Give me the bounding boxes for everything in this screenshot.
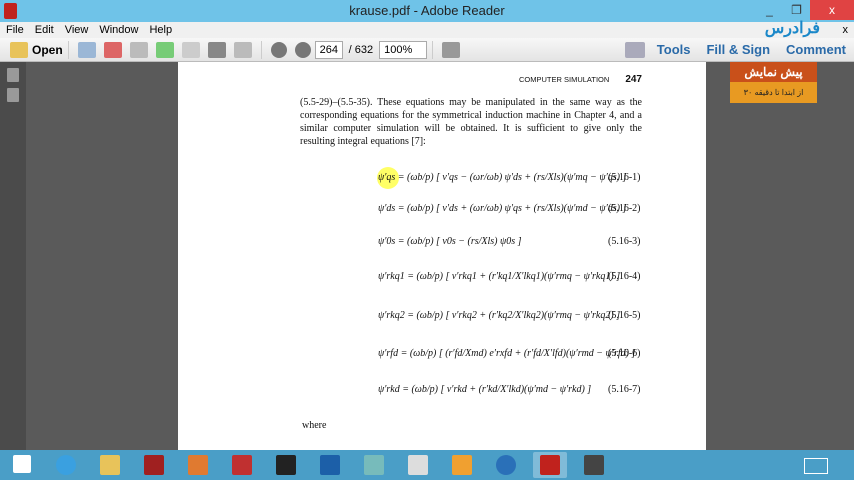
cloud-upload-icon[interactable] [155,41,174,58]
print-icon[interactable] [207,41,226,58]
zoom-select[interactable]: 100% [379,40,428,59]
equation-number: (5.16-7) [608,384,641,395]
matlab-icon[interactable] [181,452,215,478]
fit-page-icon[interactable] [442,41,461,58]
neplan-icon[interactable] [401,452,435,478]
menu-view[interactable]: View [65,22,89,38]
save-icon[interactable] [181,41,200,58]
close-document-button[interactable]: x [843,22,849,38]
app-icon-device[interactable] [577,452,611,478]
app-icon-blue[interactable] [313,452,347,478]
equation-number: (5.16-2) [608,203,641,214]
adobe-reader-task[interactable] [533,452,567,478]
page-total: / 632 [348,43,374,56]
page-number: 247 [625,74,642,85]
equation: ψ′qs = (ωb/p) [ v′qs − (ωr/ωb) ψ′ds + (r… [378,172,627,183]
file-explorer-icon[interactable] [93,452,127,478]
keyboard-icon[interactable] [804,458,828,474]
equation: ψ′rkq1 = (ωb/p) [ v′rkq1 + (r′kq1/X′lkq1… [378,271,621,282]
preview-title: پیش نمایش [730,62,817,82]
taskbar [0,450,854,480]
app-icon-red[interactable] [137,452,171,478]
equation-number: (5.16-6) [608,348,641,359]
equation: ψ′rfd = (ωb/p) [ (r′fd/Xmd) e′rxfd + (r′… [378,348,636,359]
start-button[interactable] [5,452,39,478]
menu-help[interactable]: Help [149,22,172,38]
preview-subtitle: از ابتدا تا دقیقه ۳۰ [730,82,817,103]
close-button[interactable]: x [810,0,854,20]
open-button[interactable]: Open [32,43,63,57]
equation: ψ′rkq2 = (ωb/p) [ v′rkq2 + (r′kq2/X′lkq2… [378,310,621,321]
ide-icon[interactable] [269,452,303,478]
edit-pdf-icon[interactable] [103,41,122,58]
hand-tool-icon[interactable] [624,41,645,58]
pages-icon[interactable] [7,68,19,82]
equation-number: (5.16-4) [608,271,641,282]
faradars-logo: فرادرس [764,20,820,37]
app-icon-dots[interactable] [225,452,259,478]
equation-number: (5.16-1) [608,172,641,183]
restore-button[interactable]: ❐ [783,0,810,20]
preview-badge: پیش نمایش از ابتدا تا دقیقه ۳۰ [730,62,817,103]
menu-window[interactable]: Window [99,22,138,38]
menu-file[interactable]: File [6,22,24,38]
create-pdf-icon[interactable] [77,41,96,58]
attachments-icon[interactable] [7,88,19,102]
previous-page-icon[interactable] [270,41,287,58]
menu-edit[interactable]: Edit [35,22,54,38]
navigation-pane [0,62,26,450]
body-paragraph: (5.5-29)–(5.5-35). These equations may b… [300,97,642,147]
tools-button[interactable]: Tools [657,42,691,57]
equation-number: (5.16-5) [608,310,641,321]
window-title: krause.pdf - Adobe Reader [349,3,505,18]
equation: ψ′0s = (ωb/p) [ v0s − (rs/Xls) ψ0s ] [378,236,522,247]
sign-icon[interactable] [129,41,148,58]
equation-number: (5.16-3) [608,236,641,247]
equation: ψ′rkd = (ωb/p) [ v′rkd + (r′kd/X′lkd)(ψ′… [378,384,592,395]
internet-explorer-icon[interactable] [49,452,83,478]
page-header: COMPUTER SIMULATION 247 [519,74,642,85]
equation: ψ′ds = (ωb/p) [ v′ds + (ωr/ωb) ψ′qs + (r… [378,203,627,214]
minimize-button[interactable]: _ [756,0,783,20]
more-tools-icon[interactable] [468,42,478,58]
app-icon-chart[interactable] [357,452,391,478]
where-text: where [302,420,327,431]
folder-icon [10,41,28,58]
globe-icon[interactable] [489,452,523,478]
email-icon[interactable] [233,41,252,58]
running-header: COMPUTER SIMULATION [519,75,610,84]
page-number-input[interactable]: 264 [314,40,343,59]
adobe-reader-icon [4,3,17,19]
pdf-page: COMPUTER SIMULATION 247 (5.5-29)–(5.5-35)… [178,62,706,450]
app-icon-orange[interactable] [445,452,479,478]
next-page-icon[interactable] [294,41,311,58]
